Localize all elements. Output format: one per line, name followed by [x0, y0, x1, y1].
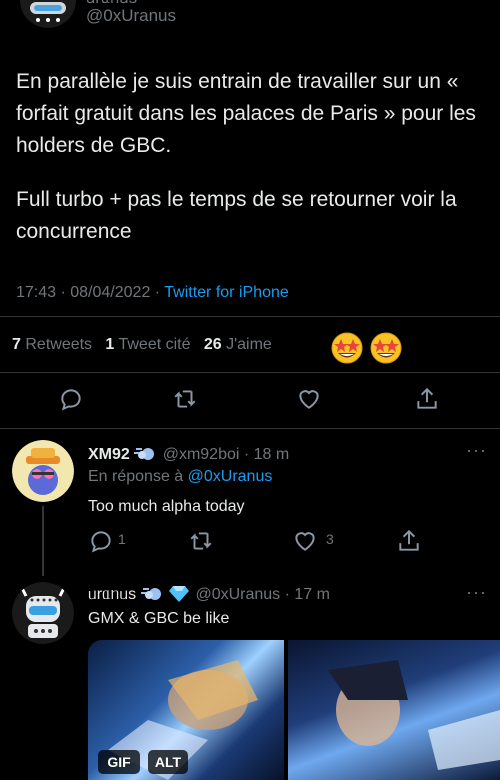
dash-emoji-icon [134, 444, 158, 467]
more-icon[interactable]: ··· [466, 582, 487, 603]
tweet-meta: 17:43 · 08/04/2022 · Twitter for iPhone [16, 284, 289, 302]
reply1-in-reply-to: En réponse à @0xUranus [88, 468, 273, 485]
reply2-header: ᥙrᥲᥒᥙs @0xUranus · 17 m [88, 584, 330, 607]
likes-stat[interactable]: 26 J'aime [204, 336, 272, 353]
reply2-name[interactable]: ᥙrᥲᥒᥙs [88, 586, 136, 603]
share-icon[interactable] [396, 528, 419, 551]
reply1-like-count: 3 [326, 531, 334, 547]
reply-icon[interactable] [58, 386, 84, 412]
reply-avatar-xm92[interactable] [12, 440, 74, 502]
reply2-text: GMX & GBC be like [88, 610, 230, 627]
diamond-emoji-icon [169, 584, 191, 607]
in-reply-to-link[interactable]: @0xUranus [188, 468, 273, 485]
like-icon[interactable] [292, 528, 315, 551]
star-struck-emoji-icon [331, 332, 363, 364]
reply-avatar-uranus[interactable] [12, 582, 74, 644]
dash-emoji-icon [140, 584, 165, 607]
tweet-text-paragraph-2: Full turbo + pas le temps de se retourne… [16, 188, 457, 243]
author-avatar[interactable] [20, 0, 76, 28]
tweet-source[interactable]: Twitter for iPhone [164, 284, 289, 301]
reply1-text: Too much alpha today [88, 498, 245, 515]
reply2-handle-time[interactable]: @0xUranus · 17 m [195, 586, 330, 603]
tweet-stats: 7 Retweets 1 Tweet cité 26 J'aime [12, 336, 272, 354]
thread-line [42, 506, 44, 576]
divider [0, 372, 500, 373]
reply1-reply-count: 1 [118, 531, 126, 547]
gif-media-right[interactable] [288, 640, 500, 780]
retweets-stat[interactable]: 7 Retweets [12, 336, 92, 353]
tweet-text-paragraph-1: En parallèle je suis entrain de travaill… [16, 70, 476, 157]
quotes-stat[interactable]: 1 Tweet cité [105, 336, 190, 353]
more-icon[interactable]: ··· [466, 440, 487, 461]
gif-badge: GIF [98, 750, 140, 774]
divider [0, 428, 500, 429]
reply1-header: XM92 @xm92boi · 18 m [88, 444, 289, 467]
retweet-icon[interactable] [188, 528, 212, 550]
retweet-icon[interactable] [172, 386, 198, 412]
reply1-handle-time[interactable]: @xm92boi · 18 m [163, 446, 290, 463]
reply1-name[interactable]: XM92 [88, 446, 130, 463]
author-handle[interactable]: @0xUranus [86, 6, 176, 26]
reply-icon[interactable] [88, 528, 111, 553]
tweet-timestamp[interactable]: 17:43 · 08/04/2022 · [16, 284, 164, 301]
share-icon[interactable] [414, 386, 440, 412]
alt-badge[interactable]: ALT [148, 750, 188, 774]
divider [0, 316, 500, 317]
like-icon[interactable] [296, 386, 322, 412]
star-struck-emoji-icon [370, 332, 402, 364]
